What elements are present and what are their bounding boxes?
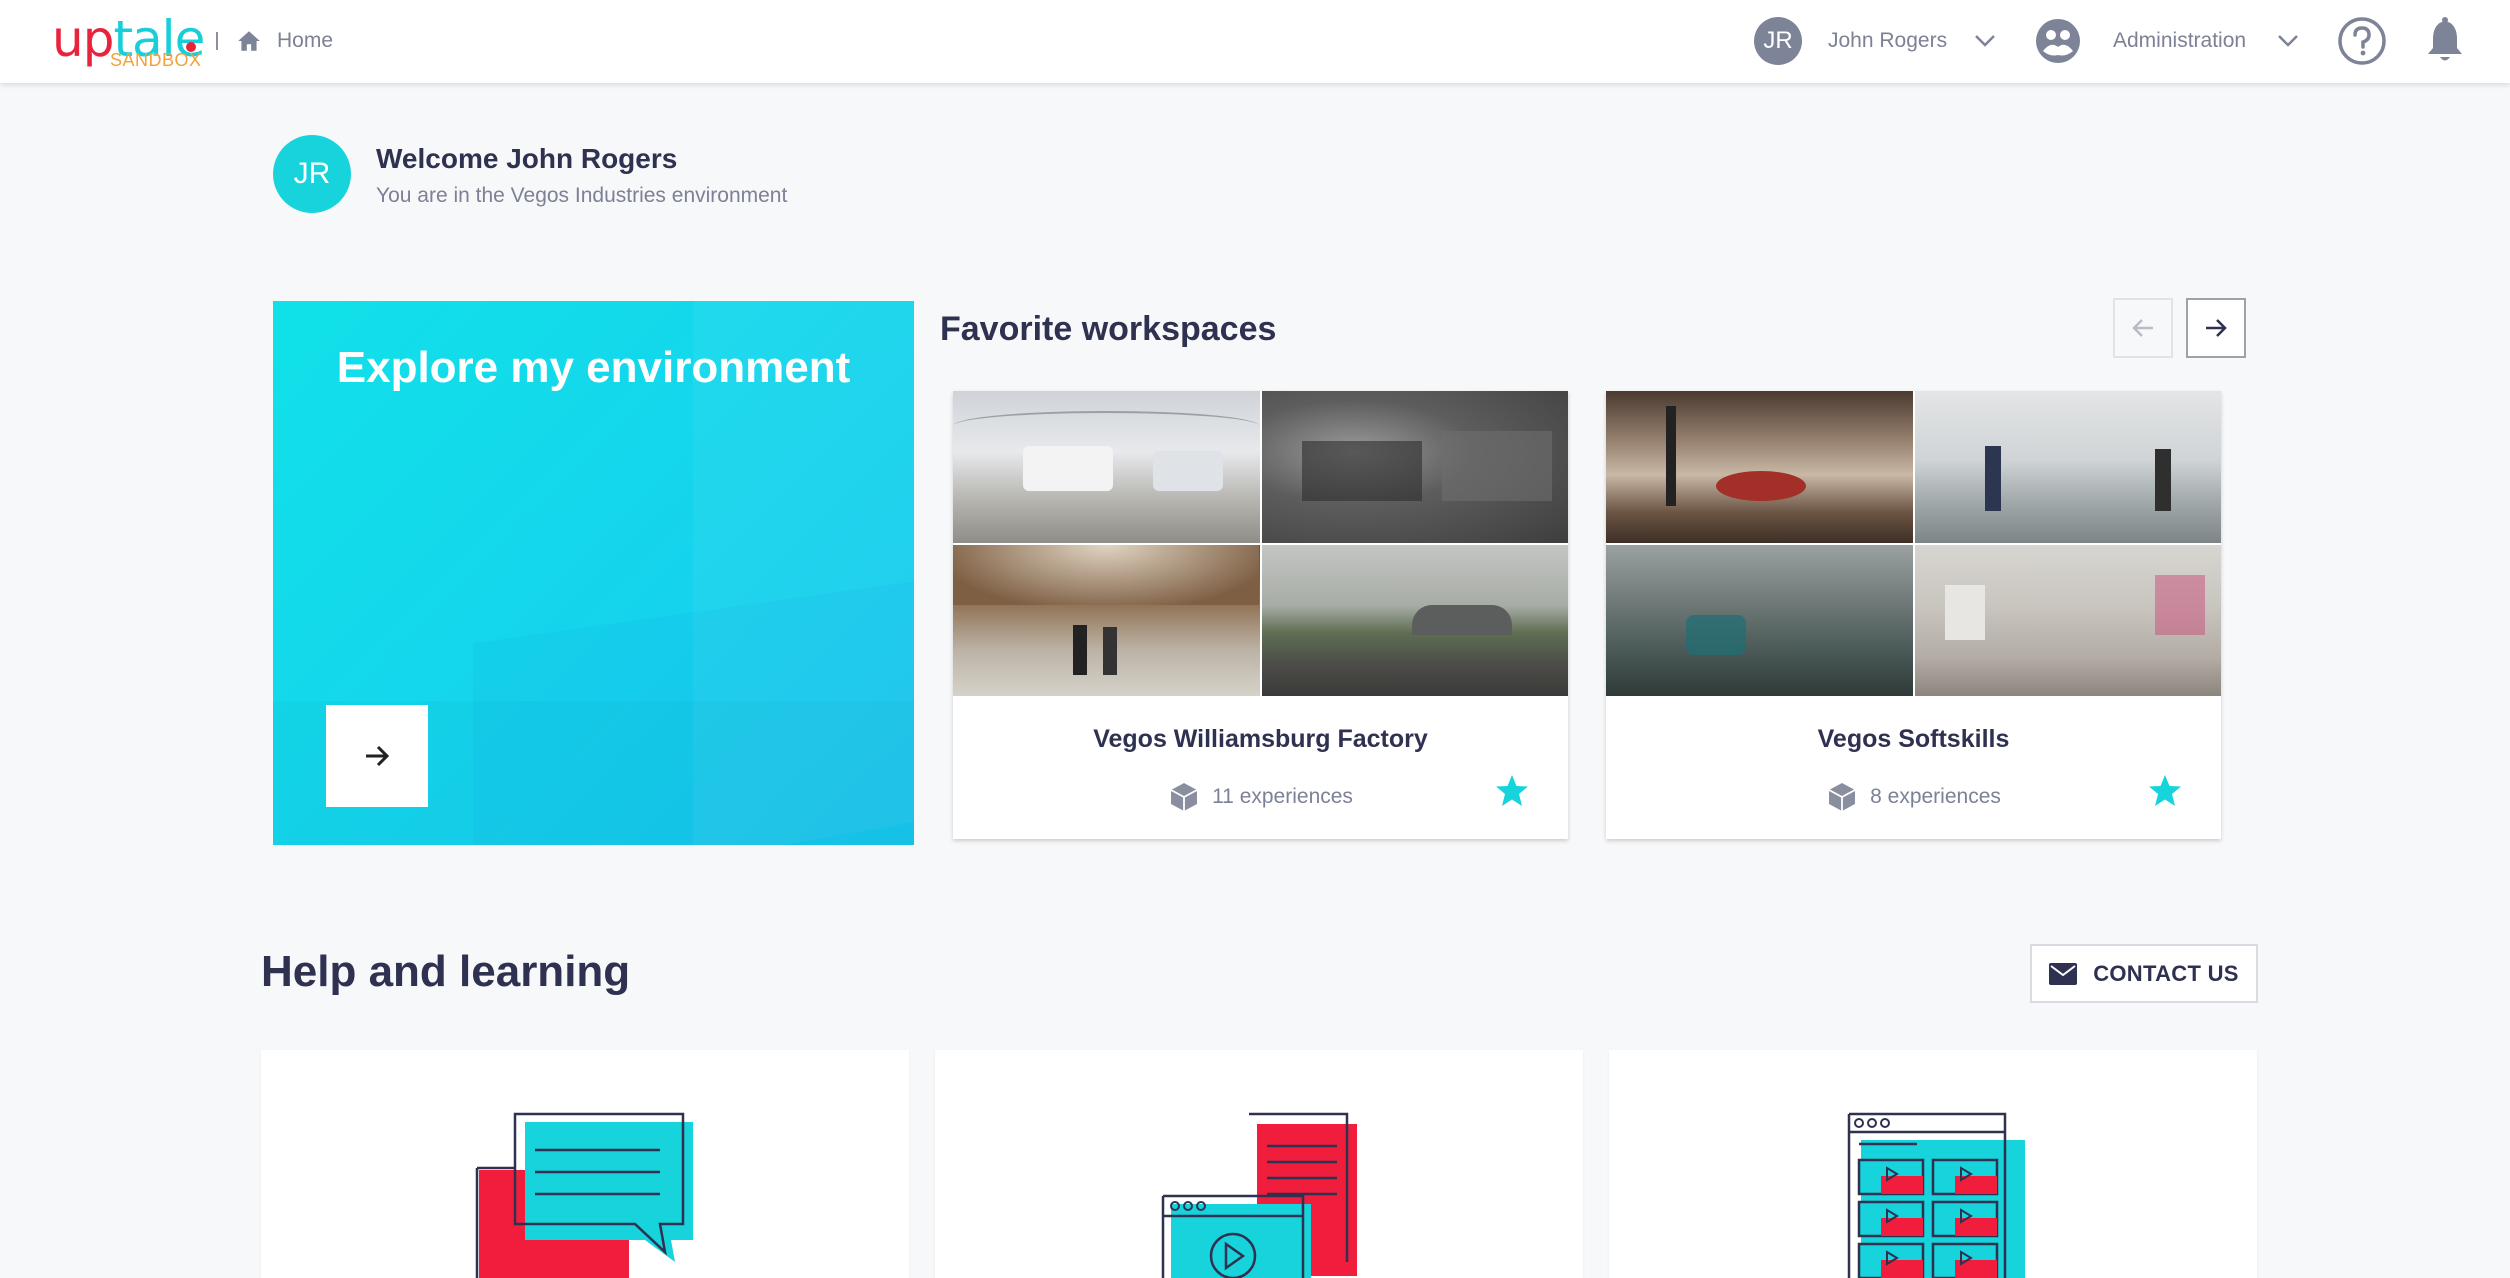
top-bar: uptale SANDBOX Home JR John Rogers Admin… (0, 0, 2510, 83)
welcome-avatar: JR (273, 135, 351, 213)
chat-bubbles-icon (475, 1112, 693, 1278)
workspace-thumbnail (1606, 544, 1913, 696)
arrow-right-icon (366, 745, 390, 767)
workspace-thumbnail (1914, 391, 2221, 543)
arrow-left-icon (2132, 319, 2153, 337)
chevron-down-icon[interactable] (1974, 34, 1996, 48)
user-avatar[interactable]: JR (1754, 17, 1802, 65)
favorite-workspaces-title: Favorite workspaces (940, 310, 1277, 348)
help-card-chat[interactable] (261, 1050, 909, 1278)
notifications-bell-icon[interactable] (2424, 17, 2466, 65)
workspace-experiences: 11 experiences (953, 781, 1568, 813)
help-card-documentation[interactable] (935, 1050, 1583, 1278)
carousel-prev-button[interactable] (2113, 298, 2173, 358)
experience-count: 8 experiences (1870, 785, 2001, 808)
help-learning-title: Help and learning (261, 947, 631, 996)
logo-sandbox-label: SANDBOX (110, 50, 202, 70)
contact-us-button[interactable]: CONTACT US (2030, 944, 2258, 1003)
welcome-subtitle: You are in the Vegos Industries environm… (376, 184, 788, 207)
help-icon[interactable] (2337, 16, 2387, 66)
chevron-down-icon[interactable] (2277, 34, 2299, 48)
workspace-card[interactable]: Vegos Williamsburg Factory 11 experience… (953, 391, 1568, 839)
workspace-thumbnail (953, 544, 1260, 696)
help-card-tutorials[interactable] (1609, 1050, 2257, 1278)
workspace-experiences: 8 experiences (1606, 781, 2221, 813)
document-video-icon (1161, 1112, 1357, 1278)
workspace-thumbnail (1261, 544, 1568, 696)
breadcrumb-separator (216, 32, 218, 50)
workspace-thumbnails (953, 391, 1568, 696)
explore-environment-card[interactable]: Explore my environment (273, 301, 914, 845)
workspace-thumbnails (1606, 391, 2221, 696)
workspace-thumbnail (1261, 391, 1568, 543)
home-icon[interactable] (236, 28, 262, 54)
workspace-card[interactable]: Vegos Softskills 8 experiences (1606, 391, 2221, 839)
carousel-next-button[interactable] (2186, 298, 2246, 358)
arrow-right-icon (2206, 319, 2227, 337)
workspace-thumbnail (953, 391, 1260, 543)
workspace-name: Vegos Williamsburg Factory (1093, 725, 1428, 753)
user-menu-name[interactable]: John Rogers (1828, 29, 1947, 53)
explore-arrow-button[interactable] (326, 705, 428, 807)
cube-icon (1828, 783, 1856, 811)
administration-icon[interactable] (2034, 17, 2082, 65)
workspace-name: Vegos Softskills (1817, 725, 2010, 753)
uptale-logo[interactable]: uptale SANDBOX (52, 12, 205, 72)
mail-icon (2049, 962, 2078, 985)
favorite-star-icon[interactable] (1494, 773, 1530, 809)
explore-title: Explore my environment (336, 343, 851, 392)
cube-icon (1170, 783, 1198, 811)
breadcrumb-home[interactable]: Home (277, 29, 333, 53)
favorite-star-icon[interactable] (2147, 773, 2183, 809)
video-tutorials-icon (1847, 1112, 2025, 1278)
welcome-title: Welcome John Rogers (376, 143, 678, 174)
experience-count: 11 experiences (1212, 785, 1353, 808)
administration-menu[interactable]: Administration (2113, 29, 2246, 53)
contact-us-label: CONTACT US (2093, 960, 2239, 986)
workspace-thumbnail (1914, 544, 2221, 696)
workspace-thumbnail (1606, 391, 1913, 543)
